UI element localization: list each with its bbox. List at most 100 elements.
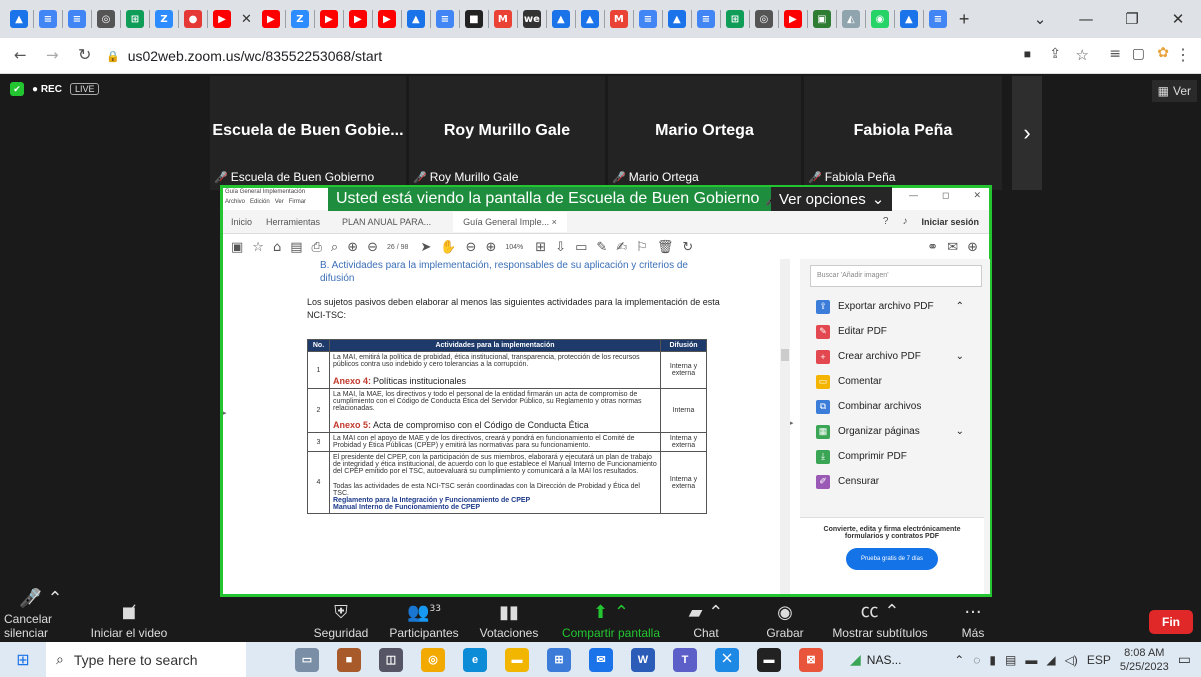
expand-icon[interactable]: ⌄ — [956, 351, 964, 362]
zoom-tab-icon[interactable]: Z — [290, 10, 309, 28]
close-window-button[interactable]: ✕ — [973, 190, 981, 201]
language-indicator[interactable]: ESP — [1087, 653, 1111, 667]
scroll-icon[interactable]: ⇩ — [555, 240, 566, 255]
edge-app-icon[interactable]: e — [463, 647, 487, 672]
side-panel-icon[interactable]: ▢ — [1132, 46, 1145, 62]
sign-in-button[interactable]: Iniciar sesión — [921, 217, 979, 227]
hand-icon[interactable]: ✋ — [440, 240, 456, 255]
security-button[interactable]: ⛨ Seguridad — [310, 598, 372, 642]
polls-button[interactable]: ▮▮ Votaciones — [476, 598, 542, 642]
sign-icon[interactable]: ✍ — [616, 240, 627, 255]
battery-icon[interactable]: ▬ — [1025, 653, 1037, 667]
url-field[interactable]: 🔒 us02web.zoom.us/wc/83552253068/start — [106, 44, 946, 68]
maximize-button[interactable]: ◻ — [942, 190, 949, 201]
cursor-icon[interactable]: ➤ — [420, 240, 431, 255]
screen-app-icon[interactable]: ▭ — [295, 647, 319, 672]
save-icon[interactable]: ▣ — [231, 240, 243, 255]
menu-ver[interactable]: Ver — [275, 199, 284, 205]
tab-inicio[interactable]: Inicio — [231, 217, 252, 227]
annex-label[interactable]: Anexo 4: — [333, 376, 371, 386]
whatsapp-tab-icon[interactable]: ◉ — [870, 10, 889, 28]
docs-tab-icon[interactable]: ≡ — [638, 10, 657, 28]
share-screen-button[interactable]: ⬆ ⌃ Compartir pantalla — [556, 598, 666, 642]
drive-tab-icon[interactable]: ▲ — [10, 10, 28, 28]
windows-start-icon[interactable]: ⊞ — [0, 650, 46, 670]
youtube-tab-icon[interactable]: ▶ — [319, 10, 338, 28]
store-app-icon[interactable]: ⊞ — [547, 647, 571, 672]
page-number[interactable]: 26 / 98 — [387, 244, 408, 251]
network-icon[interactable]: ◌ — [973, 653, 980, 667]
menu-archivo[interactable]: Archivo — [225, 199, 245, 205]
participant-tile[interactable]: Roy Murillo Gale 🎤̸ Roy Murillo Gale — [409, 76, 605, 190]
zoom-in-icon[interactable]: ⊕ — [485, 240, 496, 255]
close-tab-icon[interactable]: ✕ — [241, 12, 252, 27]
more-button[interactable]: ··· Más — [950, 598, 996, 642]
file-explorer-icon[interactable]: ▬ — [505, 647, 529, 672]
tab-plan-anual[interactable]: PLAN ANUAL PARA... — [342, 217, 431, 227]
wifi-icon[interactable]: ◢ — [1046, 653, 1055, 667]
mute-button[interactable]: 🎤̸ ⌃ Cancelar silenciar — [4, 588, 78, 642]
view-options-button[interactable]: Ver opciones ⌄ — [771, 187, 893, 211]
document-icon[interactable]: ▤ — [290, 240, 302, 255]
drive-tab-icon[interactable]: ▲ — [551, 10, 570, 28]
start-video-button[interactable]: ◼̸ Iniciar el video — [80, 598, 178, 642]
chat-button[interactable]: ▰ ⌃ Chat — [684, 598, 728, 642]
briefcase-app-icon[interactable]: ■ — [337, 647, 361, 672]
nas-widget[interactable]: ◢ NAS... — [850, 651, 901, 668]
vscode-app-icon[interactable]: ⨉ — [715, 647, 739, 672]
drawing-tab-icon[interactable]: ◭ — [841, 10, 860, 28]
mail-icon[interactable]: ✉ — [947, 240, 958, 255]
gmail-tab-icon[interactable]: M — [493, 10, 512, 28]
reload-icon[interactable]: ↻ — [78, 45, 91, 64]
share-icon[interactable]: ⊕ — [967, 240, 978, 255]
tool-item[interactable]: ⇪ Exportar archivo PDF ⌃ — [800, 294, 984, 319]
sheets-tab-icon[interactable]: ⊞ — [725, 10, 744, 28]
youtube-tab-icon[interactable]: ▶ — [783, 10, 802, 28]
help-icon[interactable]: ? — [883, 216, 889, 227]
menu-edicion[interactable]: Edición — [250, 199, 270, 205]
record-button[interactable]: ◉ Grabar — [760, 598, 810, 642]
terminal-app-icon[interactable]: ▬ — [757, 647, 781, 672]
bell-icon[interactable]: ♪ — [902, 216, 907, 227]
docs-tab-icon[interactable]: ≡ — [928, 10, 947, 28]
mail-app-icon[interactable]: ✉ — [589, 647, 613, 672]
participants-button[interactable]: 👥33 Participantes — [386, 598, 462, 642]
record-tab-icon[interactable]: ● — [184, 10, 202, 28]
end-meeting-button[interactable]: Fin — [1149, 610, 1193, 634]
right-panel-toggle-icon[interactable]: ▸ — [790, 419, 794, 427]
participant-tile[interactable]: Escuela de Buen Gobie... 🎤̸ Escuela de Bu… — [210, 76, 406, 190]
app-icon[interactable]: ⊠ — [799, 647, 823, 672]
back-icon[interactable]: ← — [14, 46, 27, 64]
chrome-app-icon[interactable]: ◎ — [421, 647, 445, 672]
close-tab-icon[interactable]: × — [552, 217, 557, 227]
youtube-tab-icon[interactable]: ▶ — [377, 10, 396, 28]
link-icon[interactable]: ⚭ — [927, 240, 938, 255]
youtube-tab-icon[interactable]: ▶ — [213, 10, 231, 28]
next-participants-button[interactable]: › — [1012, 76, 1042, 190]
docs-tab-icon[interactable]: ≡ — [68, 10, 86, 28]
tool-item[interactable]: + Crear archivo PDF ⌄ — [800, 344, 984, 369]
free-trial-button[interactable]: Prueba gratis de 7 días — [846, 548, 938, 570]
tray-overflow-icon[interactable]: ⌃ — [954, 653, 964, 667]
expand-icon[interactable]: ⌄ — [956, 426, 964, 437]
tool-item[interactable]: ✎ Editar PDF — [800, 319, 984, 344]
reading-list-icon[interactable]: ≡ — [1109, 46, 1121, 62]
upload-icon[interactable]: ⌂ — [273, 240, 281, 255]
minimize-button[interactable]: — — [1063, 0, 1109, 38]
trash-icon[interactable]: 🗑 — [657, 240, 674, 255]
page-scrollbar[interactable] — [780, 259, 790, 594]
docs-tab-icon[interactable]: ≡ — [39, 10, 57, 28]
new-tab-button[interactable]: + — [959, 9, 970, 30]
page-down-icon[interactable]: ⊖ — [367, 240, 378, 255]
notifications-icon[interactable]: ▭ — [1178, 651, 1191, 668]
teams-app-icon[interactable]: T — [673, 647, 697, 672]
tool-item[interactable]: ▭ Comentar — [800, 369, 984, 394]
fit-icon[interactable]: ⊞ — [535, 240, 546, 255]
sheets-tab-icon[interactable]: ⊞ — [126, 10, 144, 28]
page-up-icon[interactable]: ⊕ — [347, 240, 358, 255]
youtube-tab-icon[interactable]: ▶ — [348, 10, 367, 28]
display-icon[interactable]: ▤ — [1005, 653, 1016, 667]
youtube-tab-icon[interactable]: ▶ — [261, 10, 280, 28]
volume-icon[interactable]: ◁) — [1065, 653, 1078, 667]
scroll-thumb[interactable] — [781, 349, 789, 361]
